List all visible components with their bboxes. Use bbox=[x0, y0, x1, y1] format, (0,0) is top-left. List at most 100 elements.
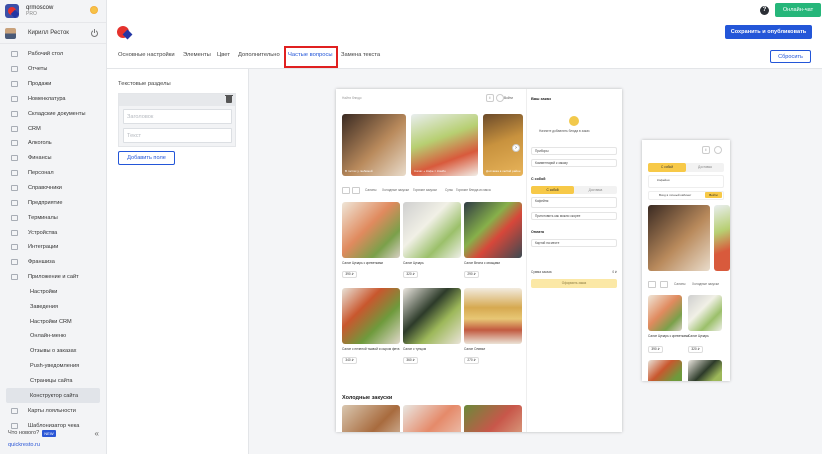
logout-icon[interactable] bbox=[91, 29, 98, 37]
sidebar-item[interactable]: Персонал bbox=[0, 166, 106, 181]
online-chat-button[interactable]: Онлайн-чат bbox=[775, 3, 821, 17]
terminal-icon bbox=[11, 214, 18, 221]
whats-new-label: Что нового? bbox=[8, 430, 40, 436]
product-name: Салат с печеной тыквой и сыром фета bbox=[342, 347, 400, 351]
user-icon bbox=[496, 94, 504, 102]
sidebar-subitem[interactable]: Настройки CRM bbox=[0, 314, 106, 329]
sum-label: Сумма заказа bbox=[531, 270, 552, 274]
filter-icon bbox=[660, 281, 668, 288]
mobile-preview: i С собой Доставка Кофейня Вход в личный… bbox=[642, 140, 730, 381]
org-switcher[interactable]: qrmoscow PRO bbox=[0, 0, 106, 22]
sidebar-subitem[interactable]: Страницы сайта bbox=[0, 374, 106, 389]
info-icon: i bbox=[486, 94, 494, 102]
preview-cart: Ваш заказ Начните добавлять блюда в зака… bbox=[526, 89, 622, 432]
faq-heading-input[interactable] bbox=[123, 109, 232, 124]
order-button: Оформить заказ bbox=[531, 279, 617, 288]
price-button: 390 ₽ bbox=[648, 346, 663, 353]
sidebar-item[interactable]: Интеграции bbox=[0, 240, 106, 255]
sidebar-item[interactable]: Складские документы bbox=[0, 106, 106, 121]
whats-new[interactable]: Что нового? NEW « bbox=[0, 427, 107, 439]
sidebar-item[interactable]: Номенклатура bbox=[0, 92, 106, 107]
sidebar-item-label: Продажи bbox=[28, 81, 52, 88]
site-preview: Найти блюдо i Войти В гостях у любимой С… bbox=[249, 69, 822, 454]
product-image bbox=[342, 405, 400, 432]
collapse-sidebar-icon[interactable]: « bbox=[95, 429, 99, 438]
sidebar-item[interactable]: Отчеты bbox=[0, 62, 106, 77]
payment-label: Оплата bbox=[531, 230, 545, 234]
tab-text-replace[interactable]: Замена текста bbox=[341, 52, 380, 58]
search-icon bbox=[648, 281, 656, 288]
new-badge: NEW bbox=[42, 429, 56, 437]
filter-icon bbox=[352, 187, 360, 194]
sidebar-item-label: Push-уведомления bbox=[30, 363, 80, 370]
sidebar-item[interactable]: Терминалы bbox=[0, 210, 106, 225]
footer-site-link[interactable]: quickresto.ru bbox=[8, 442, 40, 448]
banner-label: Доставка в любой район bbox=[486, 169, 521, 173]
sidebar-item[interactable]: Франшиза bbox=[0, 255, 106, 270]
sidebar-item-label: Франшиза bbox=[28, 259, 55, 266]
cart-sum: Сумма заказа 0 ₽ bbox=[531, 270, 617, 274]
card-drag-handle[interactable] bbox=[119, 94, 235, 106]
sidebar-item[interactable]: Предприятие bbox=[0, 195, 106, 210]
sidebar-item-label: Персонал bbox=[28, 170, 54, 177]
product-image bbox=[464, 405, 522, 432]
sidebar-item[interactable]: Устройства bbox=[0, 225, 106, 240]
sidebar: qrmoscow PRO Кирилл Ресток Рабочий стол О… bbox=[0, 0, 107, 454]
mobile-login-button: Войти bbox=[705, 192, 722, 198]
tab-basic-settings[interactable]: Основные настройки bbox=[118, 52, 175, 58]
banner-1 bbox=[648, 205, 710, 271]
sidebar-item[interactable]: Карты лояльности bbox=[0, 403, 106, 418]
product-image bbox=[648, 295, 682, 331]
sidebar-item[interactable]: Приложение и сайт bbox=[0, 270, 106, 285]
chart-icon bbox=[11, 66, 18, 73]
trash-icon[interactable] bbox=[225, 95, 233, 103]
sidebar-item[interactable]: Продажи bbox=[0, 77, 106, 92]
add-field-button[interactable]: Добавить поле bbox=[118, 151, 175, 165]
user-profile[interactable]: Кирилл Ресток bbox=[0, 22, 106, 44]
reset-button[interactable]: Сбросить bbox=[770, 50, 811, 63]
sparkle-icon[interactable] bbox=[90, 6, 98, 14]
sidebar-item[interactable]: Справочники bbox=[0, 181, 106, 196]
sidebar-item[interactable]: Рабочий стол bbox=[0, 47, 106, 62]
product-image bbox=[403, 288, 461, 344]
tab-elements[interactable]: Элементы bbox=[183, 52, 211, 58]
sidebar-item[interactable]: CRM bbox=[0, 121, 106, 136]
save-publish-button[interactable]: Сохранить и опубликовать bbox=[725, 25, 812, 39]
product-name: Салат Цезарь с креветками bbox=[342, 261, 384, 265]
price-button: 320 ₽ bbox=[688, 346, 703, 353]
sidebar-item-label: Конструктор сайта bbox=[30, 392, 79, 399]
sidebar-subitem[interactable]: Настройки bbox=[0, 285, 106, 300]
sidebar-subitem[interactable]: Push-уведомления bbox=[0, 359, 106, 374]
price-button: 340 ₽ bbox=[342, 357, 357, 364]
cart-address: Кофейня bbox=[531, 197, 617, 208]
product-image bbox=[342, 288, 400, 344]
banner-2: Салат + Кофе = Комбо bbox=[411, 114, 478, 176]
sidebar-item-label: Финансы bbox=[28, 155, 52, 162]
sidebar-subitem[interactable]: Заведения bbox=[0, 299, 106, 314]
sidebar-item-label: Алкоголь bbox=[28, 140, 52, 147]
section-heading: Холодные закуски bbox=[342, 395, 393, 401]
cart-cutlery: Приборы bbox=[531, 147, 617, 155]
tab-color[interactable]: Цвет bbox=[217, 52, 230, 58]
sidebar-subitem[interactable]: Онлайн-меню bbox=[0, 329, 106, 344]
search-icon bbox=[342, 187, 350, 194]
mobile-categories: Салаты Холодные закуски bbox=[648, 281, 728, 289]
tab-additional[interactable]: Дополнительно bbox=[238, 52, 280, 58]
app-icon bbox=[11, 274, 18, 281]
category: Горячие блюда из мяса bbox=[456, 188, 491, 192]
product-image bbox=[688, 295, 722, 331]
sidebar-subitem[interactable]: Отзывы о заказах bbox=[0, 344, 106, 359]
franchise-icon bbox=[11, 259, 18, 266]
info-icon: i bbox=[702, 146, 710, 154]
product-name: Салат Цезарь bbox=[403, 261, 424, 265]
faq-text-input[interactable] bbox=[123, 128, 232, 143]
org-plan: PRO bbox=[26, 11, 37, 17]
sidebar-item[interactable]: Финансы bbox=[0, 151, 106, 166]
category: Салаты bbox=[674, 282, 686, 286]
sidebar-item[interactable]: Алкоголь bbox=[0, 136, 106, 151]
sidebar-subitem-active[interactable]: Конструктор сайта bbox=[6, 388, 100, 404]
integration-icon bbox=[11, 244, 18, 251]
user-icon bbox=[714, 146, 722, 154]
help-icon[interactable]: ? bbox=[760, 6, 769, 15]
price-button: 320 ₽ bbox=[403, 271, 418, 278]
